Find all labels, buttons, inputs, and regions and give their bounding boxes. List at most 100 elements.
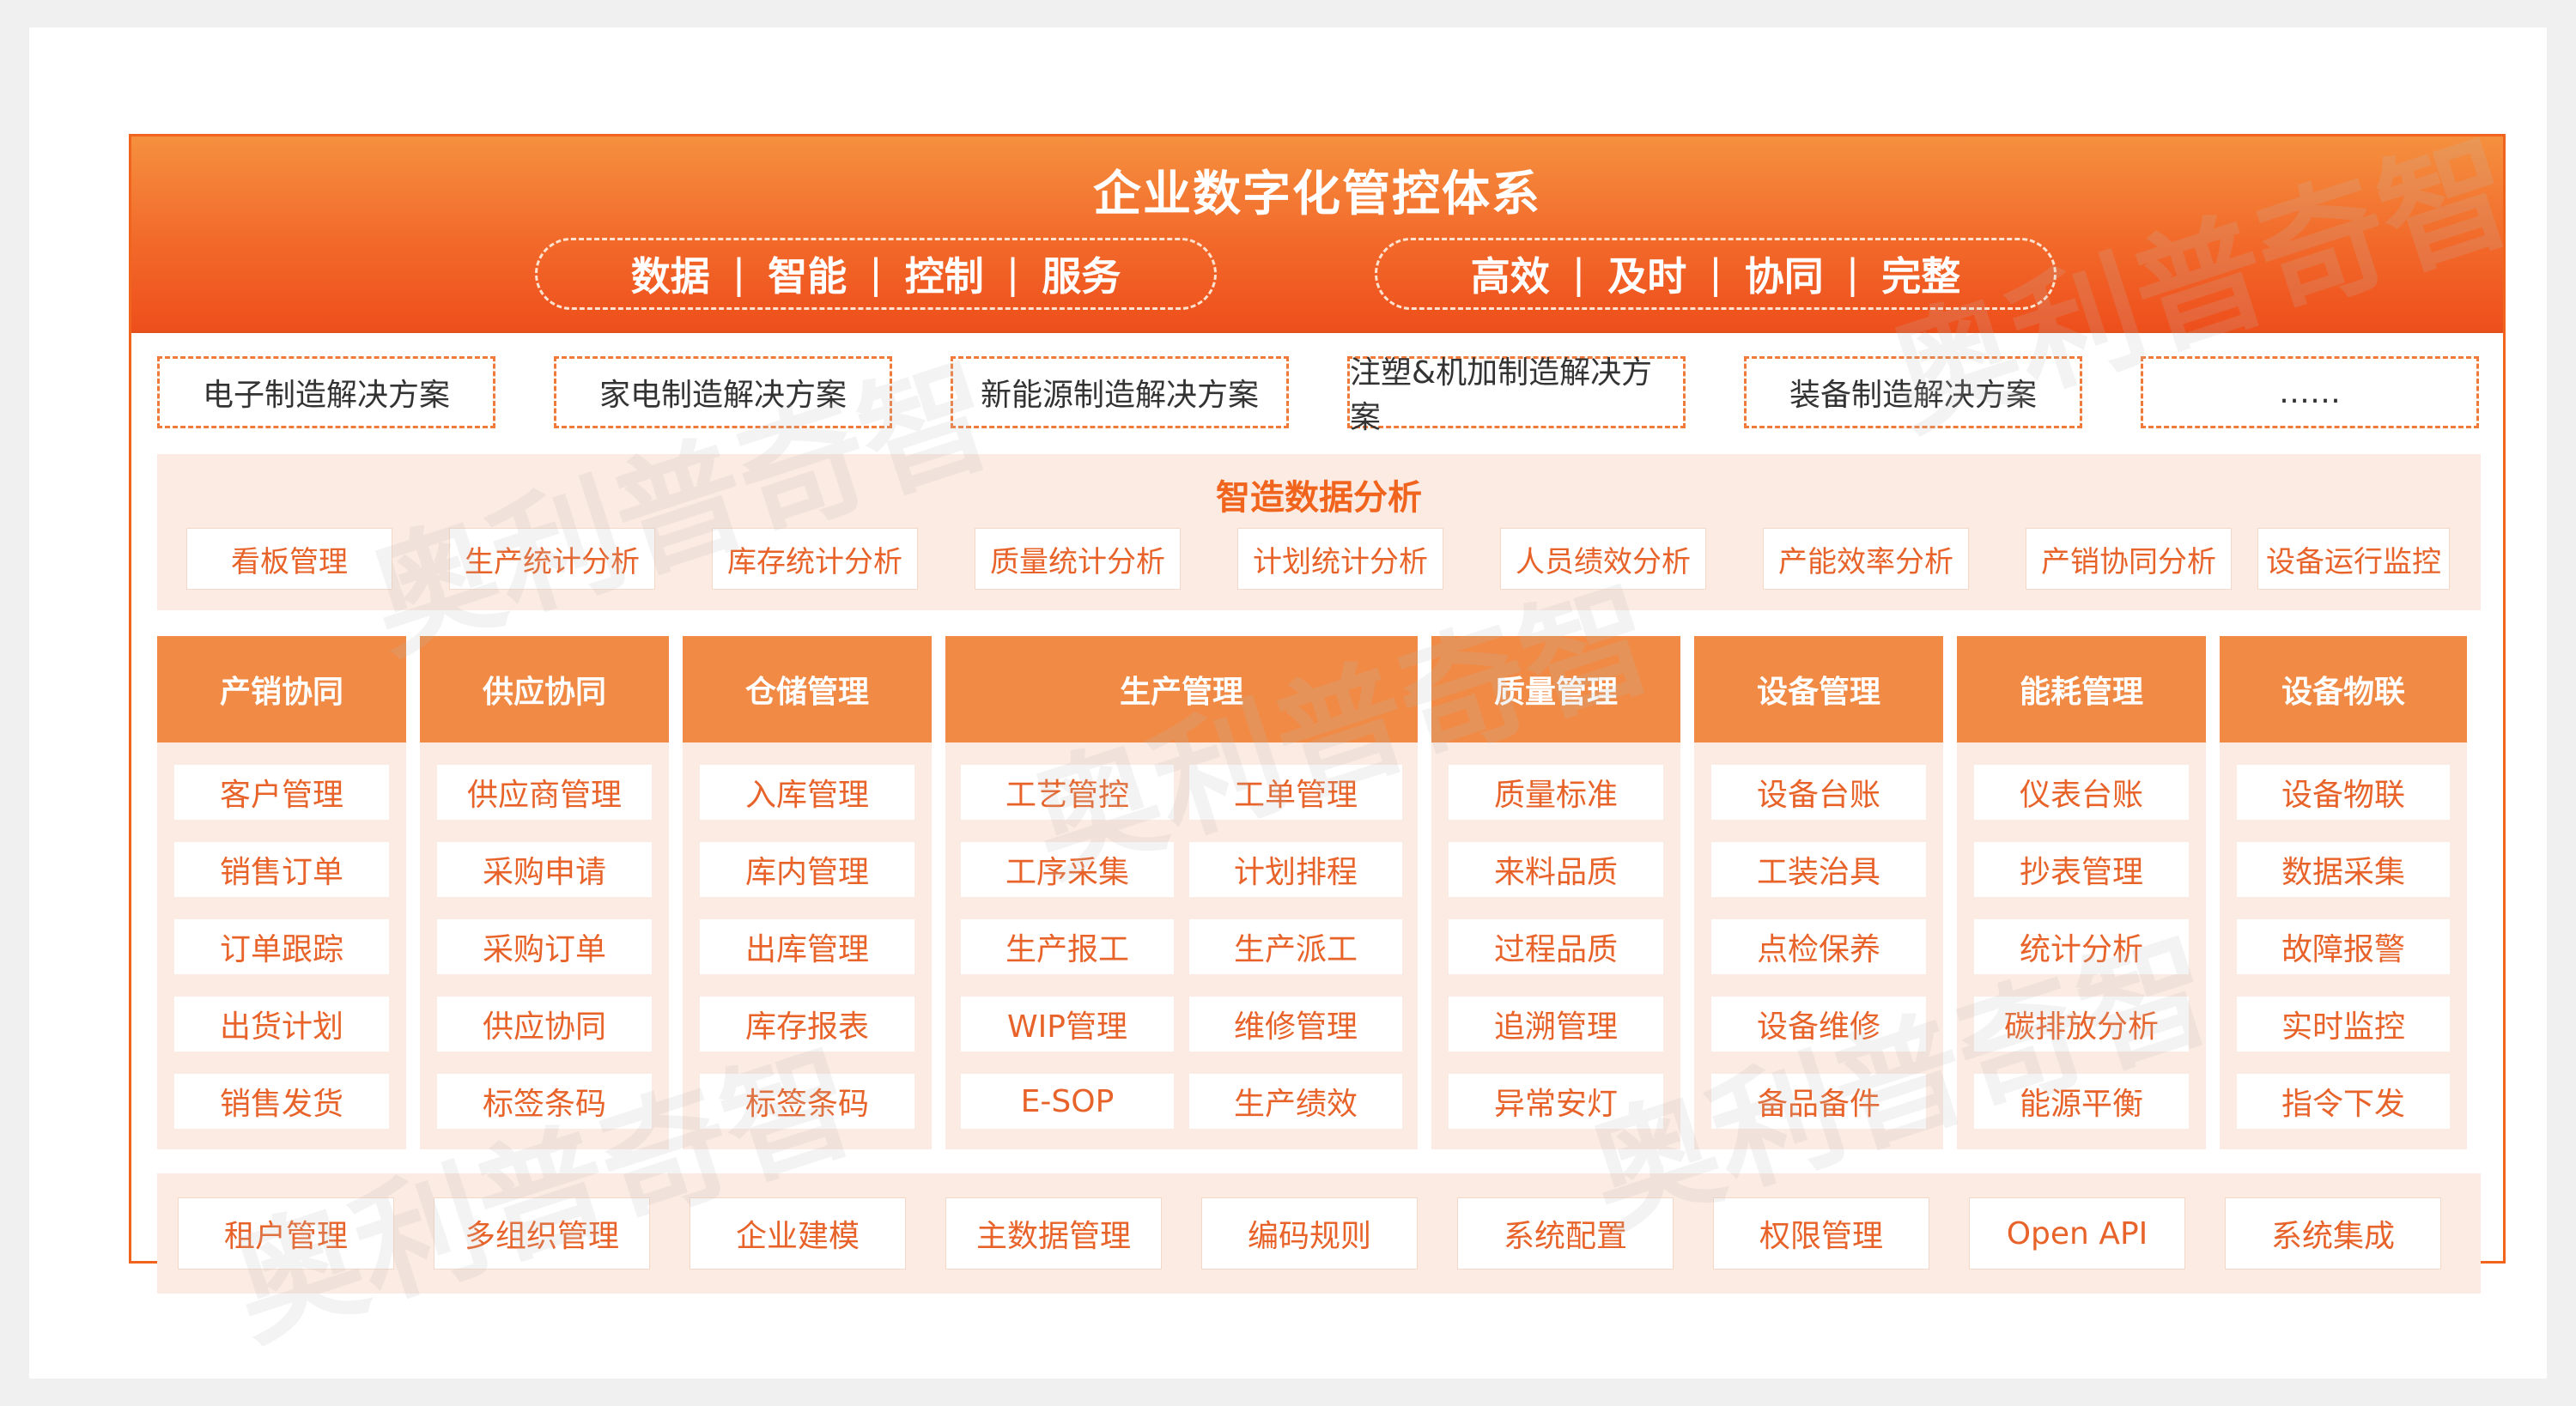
keyword-separator: |: [869, 251, 883, 297]
module-item: 出货计划: [174, 997, 389, 1051]
platform-item: 权限管理: [1713, 1197, 1929, 1270]
left-keyword-pill: 数据 | 智能 | 控制 | 服务: [535, 238, 1217, 310]
keyword: 协同: [1744, 253, 1824, 300]
keyword-separator: |: [1571, 251, 1586, 297]
keyword: 完整: [1881, 253, 1961, 300]
module-item: 客户管理: [174, 765, 389, 820]
module-item: 实时监控: [2237, 997, 2450, 1051]
platform-item: 多组织管理: [434, 1197, 650, 1270]
module-item: 数据采集: [2237, 842, 2450, 897]
analysis-item: 看板管理: [186, 528, 392, 590]
module-item: 采购申请: [437, 842, 652, 897]
module-item: 工单管理: [1189, 765, 1402, 820]
diagram-card: 企业数字化管控体系 数据 | 智能 | 控制 | 服务 高效 | 及时 | 协同…: [29, 27, 2547, 1379]
module-item: 点检保养: [1711, 919, 1926, 974]
module-column-quality: 质量管理 质量标准 来料品质 过程品质 追溯管理 异常安灯: [1431, 636, 1680, 1149]
module-title: 设备物联: [2220, 636, 2467, 742]
right-keyword-pill: 高效 | 及时 | 协同 | 完整: [1375, 238, 2057, 310]
analysis-item: 生产统计分析: [449, 528, 655, 590]
module-column-equipment: 设备管理 设备台账 工装治具 点检保养 设备维修 备品备件: [1694, 636, 1943, 1149]
solution-box: 注塑&机加制造解决方案: [1347, 355, 1686, 435]
module-item: 追溯管理: [1449, 997, 1663, 1051]
keyword-separator: |: [1845, 251, 1860, 297]
module-column-supply: 供应协同 供应商管理 采购申请 采购订单 供应协同 标签条码: [420, 636, 669, 1149]
module-column-sales: 产销协同 客户管理 销售订单 订单跟踪 出货计划 销售发货: [157, 636, 406, 1149]
module-item: 入库管理: [700, 765, 914, 820]
module-title: 仓储管理: [683, 636, 932, 742]
platform-item: 系统集成: [2225, 1197, 2441, 1270]
module-item: 生产报工: [961, 919, 1174, 974]
module-title: 生产管理: [945, 636, 1418, 742]
module-item: 计划排程: [1189, 842, 1402, 897]
module-item: 故障报警: [2237, 919, 2450, 974]
module-item: 指令下发: [2237, 1074, 2450, 1129]
module-item: 供应商管理: [437, 765, 652, 820]
analysis-item: 设备运行监控: [2257, 528, 2450, 590]
module-item: 库存报表: [700, 997, 914, 1051]
diagram-title: 企业数字化管控体系: [1093, 167, 1541, 222]
module-item: 采购订单: [437, 919, 652, 974]
module-item: WIP管理: [961, 997, 1174, 1051]
module-column-iot: 设备物联 设备物联 数据采集 故障报警 实时监控 指令下发: [2220, 636, 2467, 1149]
platform-item: 系统配置: [1457, 1197, 1674, 1270]
platform-item: 编码规则: [1201, 1197, 1418, 1270]
module-item: 生产派工: [1189, 919, 1402, 974]
keyword: 服务: [1042, 253, 1121, 300]
architecture-frame: 企业数字化管控体系 数据 | 智能 | 控制 | 服务 高效 | 及时 | 协同…: [129, 134, 2506, 1294]
platform-item: Open API: [1969, 1197, 2185, 1270]
module-item: 销售发货: [174, 1074, 389, 1129]
analysis-title: 智造数据分析: [1216, 478, 1422, 518]
module-title: 质量管理: [1431, 636, 1680, 742]
module-item: 订单跟踪: [174, 919, 389, 974]
module-item: 过程品质: [1449, 919, 1663, 974]
module-item: 质量标准: [1449, 765, 1663, 820]
module-item: 设备台账: [1711, 765, 1926, 820]
solution-box: ……: [2141, 356, 2479, 428]
module-item: 能源平衡: [1974, 1074, 2189, 1129]
solution-box: 家电制造解决方案: [554, 356, 892, 428]
analysis-item: 人员绩效分析: [1500, 528, 1706, 590]
module-item: 出库管理: [700, 919, 914, 974]
keyword: 控制: [904, 253, 984, 300]
keyword-separator: |: [1005, 251, 1020, 297]
module-item: 备品备件: [1711, 1074, 1926, 1129]
module-column-warehouse: 仓储管理 入库管理 库内管理 出库管理 库存报表 标签条码: [683, 636, 932, 1149]
module-item: 统计分析: [1974, 919, 2189, 974]
module-item: 来料品质: [1449, 842, 1663, 897]
module-item: 标签条码: [700, 1074, 914, 1129]
module-item: 设备物联: [2237, 765, 2450, 820]
module-title: 设备管理: [1694, 636, 1943, 742]
module-item: 设备维修: [1711, 997, 1926, 1051]
module-column-production: 生产管理 工艺管控 工单管理 工序采集 计划排程 生产报工 生产派工 WIP管理…: [945, 636, 1418, 1149]
keyword: 智能: [768, 253, 848, 300]
module-column-energy: 能耗管理 仪表台账 抄表管理 统计分析 碳排放分析 能源平衡: [1957, 636, 2206, 1149]
platform-item: 企业建模: [690, 1197, 906, 1270]
module-item: 销售订单: [174, 842, 389, 897]
module-item: 维修管理: [1189, 997, 1402, 1051]
module-item: 仪表台账: [1974, 765, 2189, 820]
module-item: 工序采集: [961, 842, 1174, 897]
solutions-row: 电子制造解决方案 家电制造解决方案 新能源制造解决方案 注塑&机加制造解决方案 …: [157, 355, 2481, 435]
module-item: 生产绩效: [1189, 1074, 1402, 1129]
module-item: E-SOP: [961, 1074, 1174, 1129]
keyword-separator: |: [732, 251, 746, 297]
module-item: 工艺管控: [961, 765, 1174, 820]
keyword: 数据: [630, 253, 710, 300]
analysis-item: 产能效率分析: [1763, 528, 1969, 590]
solution-box: 新能源制造解决方案: [951, 356, 1289, 428]
module-title: 产销协同: [157, 636, 406, 742]
solution-box: 电子制造解决方案: [157, 356, 495, 428]
platform-row: 租户管理 多组织管理 企业建模 主数据管理 编码规则 系统配置 权限管理 Ope…: [178, 1197, 2462, 1270]
platform-item: 租户管理: [178, 1197, 394, 1270]
keyword-separator: |: [1709, 251, 1722, 297]
keyword: 及时: [1607, 253, 1687, 300]
module-item: 供应协同: [437, 997, 652, 1051]
analysis-item: 库存统计分析: [712, 528, 918, 590]
module-item: 库内管理: [700, 842, 914, 897]
module-item: 碳排放分析: [1974, 997, 2189, 1051]
module-title: 供应协同: [420, 636, 669, 742]
module-item: 异常安灯: [1449, 1074, 1663, 1129]
analysis-item: 计划统计分析: [1237, 528, 1443, 590]
analysis-item: 质量统计分析: [975, 528, 1181, 590]
module-item: 抄表管理: [1974, 842, 2189, 897]
